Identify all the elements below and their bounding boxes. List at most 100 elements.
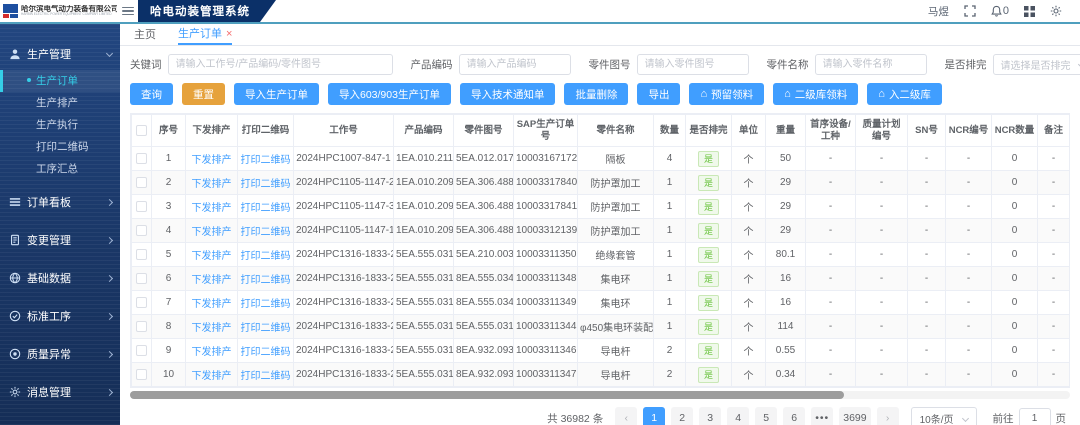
tab-0[interactable]: 主页 (134, 24, 156, 45)
dispatch-link[interactable]: 下发排产 (192, 155, 232, 166)
toolbar-button-8[interactable]: ⌂二级库领料 (773, 83, 858, 105)
company-logo: 哈尔滨电气动力装备有限公司 HARBIN ELECTRIC POWER EQUI… (0, 0, 120, 22)
toolbar-button-5[interactable]: 批量删除 (564, 83, 628, 105)
print-qrcode-link[interactable]: 打印二维码 (241, 323, 291, 334)
print-qrcode-link[interactable]: 打印二维码 (241, 203, 291, 214)
filter-input[interactable] (168, 54, 393, 75)
cell-dispatch: 下发排产 (186, 195, 238, 219)
dispatch-link[interactable]: 下发排产 (192, 323, 232, 334)
print-qrcode-link[interactable]: 打印二维码 (241, 251, 291, 262)
print-qrcode-link[interactable]: 打印二维码 (241, 275, 291, 286)
sidebar-item-label: 变更管理 (27, 232, 101, 248)
notifications-icon[interactable]: 0 (991, 5, 1009, 17)
cell-ncr_no: - (946, 339, 992, 363)
page-size-select[interactable]: 10条/页 (911, 407, 977, 425)
toolbar-button-4[interactable]: 导入技术通知单 (460, 83, 556, 105)
row-checkbox[interactable] (136, 273, 147, 284)
row-checkbox[interactable] (136, 249, 147, 260)
toolbar-button-9[interactable]: ⌂入二级库 (867, 83, 942, 105)
cell-quality_plan_no: - (856, 339, 908, 363)
page-button-5[interactable]: 5 (755, 407, 777, 425)
close-tab-icon[interactable]: × (226, 29, 232, 39)
sidebar-item-1[interactable]: 订单看板 (0, 186, 120, 218)
apps-grid-icon[interactable] (1024, 6, 1035, 17)
sidebar-subitem[interactable]: 生产排产 (0, 92, 120, 114)
sidebar-item-2[interactable]: 变更管理 (0, 224, 120, 256)
page-button-4[interactable]: 4 (727, 407, 749, 425)
row-checkbox[interactable] (136, 225, 147, 236)
page-buttons: 123456 ••• 3699 (643, 407, 870, 425)
filter-input[interactable] (459, 54, 571, 75)
sidebar-item-0[interactable]: 生产管理 (0, 38, 120, 70)
row-checkbox[interactable] (136, 345, 147, 356)
settings-gear-icon[interactable] (1050, 5, 1062, 17)
print-qrcode-link[interactable]: 打印二维码 (241, 155, 291, 166)
toolbar-button-1[interactable]: 重置 (182, 83, 225, 105)
cell-scheduled: 是 (686, 171, 732, 195)
filter-select[interactable]: 请选择是否排完 (993, 54, 1080, 75)
row-checkbox[interactable] (136, 369, 147, 380)
prev-page-button[interactable]: ‹ (615, 407, 637, 425)
filter-input[interactable] (637, 54, 749, 75)
print-qrcode-link[interactable]: 打印二维码 (241, 179, 291, 190)
print-qrcode-link[interactable]: 打印二维码 (241, 227, 291, 238)
dispatch-link[interactable]: 下发排产 (192, 179, 232, 190)
dispatch-link[interactable]: 下发排产 (192, 251, 232, 262)
select-all-checkbox[interactable] (136, 125, 147, 136)
toolbar-button-6[interactable]: 导出 (637, 83, 680, 105)
sidebar-subitem[interactable]: 生产订单 (0, 70, 120, 92)
sidebar-item-4[interactable]: 标准工序 (0, 300, 120, 332)
sidebar-collapse-icon[interactable] (120, 0, 136, 22)
dispatch-link[interactable]: 下发排产 (192, 275, 232, 286)
row-checkbox[interactable] (136, 201, 147, 212)
sidebar-subitem[interactable]: 工序汇总 (0, 158, 120, 180)
print-qrcode-link[interactable]: 打印二维码 (241, 347, 291, 358)
sidebar-subitem[interactable]: 生产执行 (0, 114, 120, 136)
dispatch-link[interactable]: 下发排产 (192, 227, 232, 238)
sidebar-item-6[interactable]: 消息管理 (0, 376, 120, 408)
dispatch-link[interactable]: 下发排产 (192, 299, 232, 310)
page-button-2[interactable]: 2 (671, 407, 693, 425)
username[interactable]: 马煜 (928, 4, 949, 19)
row-checkbox[interactable] (136, 153, 147, 164)
page-button-1[interactable]: 1 (643, 407, 665, 425)
page-ellipsis[interactable]: ••• (811, 407, 833, 425)
fullscreen-icon[interactable] (964, 5, 976, 17)
dispatch-link[interactable]: 下发排产 (192, 347, 232, 358)
cell-part_name: 隔板 (578, 147, 654, 171)
print-qrcode-link[interactable]: 打印二维码 (241, 299, 291, 310)
button-label: 导入603/903生产订单 (339, 87, 440, 102)
filter-label: 是否排完 (945, 57, 987, 72)
horizontal-scrollbar[interactable] (130, 391, 1070, 399)
toolbar-button-3[interactable]: 导入603/903生产订单 (328, 83, 451, 105)
row-checkbox[interactable] (136, 177, 147, 188)
cell-seq: 6 (152, 267, 186, 291)
row-checkbox[interactable] (136, 297, 147, 308)
cell-sap_no: 10003311348 (514, 267, 578, 291)
chevron-right-icon (106, 236, 113, 243)
sidebar-item-5[interactable]: 质量异常 (0, 338, 120, 370)
cell-ncr_qty: 0 (992, 291, 1038, 315)
cell-sn: - (908, 315, 946, 339)
page-button-6[interactable]: 6 (783, 407, 805, 425)
next-page-button[interactable]: › (877, 407, 899, 425)
row-checkbox[interactable] (136, 321, 147, 332)
cell-remark: - (1038, 363, 1070, 387)
page-button-3[interactable]: 3 (699, 407, 721, 425)
sidebar-subitem[interactable]: 打印二维码 (0, 136, 120, 158)
column-header-product_code: 产品编码 (394, 115, 454, 147)
goto-page-input[interactable] (1019, 408, 1051, 425)
tab-1[interactable]: 生产订单× (178, 24, 232, 45)
toolbar-button-0[interactable]: 查询 (130, 83, 173, 105)
toolbar-button-7[interactable]: ⌂预留领料 (689, 83, 764, 105)
cell-weight: 29 (766, 195, 806, 219)
dispatch-link[interactable]: 下发排产 (192, 371, 232, 382)
dispatch-link[interactable]: 下发排产 (192, 203, 232, 214)
filter-input[interactable] (815, 54, 927, 75)
cell-ncr_qty: 0 (992, 195, 1038, 219)
print-qrcode-link[interactable]: 打印二维码 (241, 371, 291, 382)
scrollbar-thumb[interactable] (130, 391, 844, 399)
toolbar-button-2[interactable]: 导入生产订单 (234, 83, 319, 105)
page-button-3699[interactable]: 3699 (839, 407, 870, 425)
sidebar-item-3[interactable]: 基础数据 (0, 262, 120, 294)
